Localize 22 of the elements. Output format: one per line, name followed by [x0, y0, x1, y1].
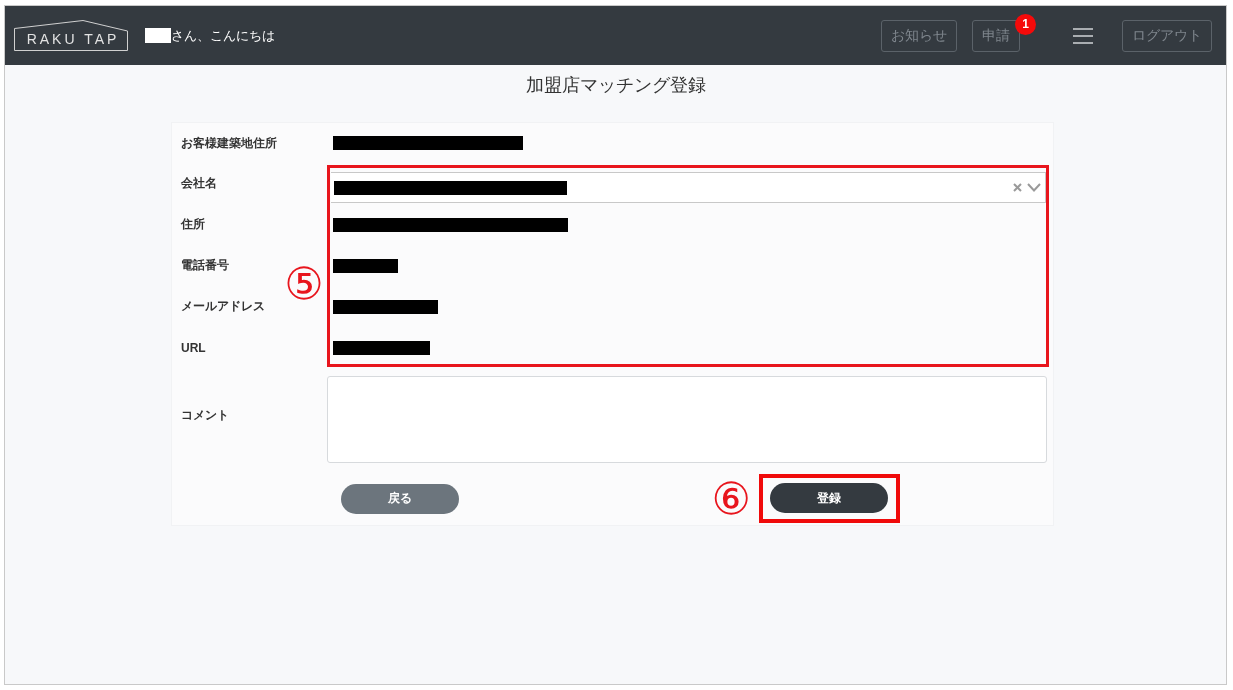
annotation-number: ⑤ [284, 261, 324, 306]
annotation-number: ⑥ [711, 476, 751, 521]
field-label: 会社名 [181, 175, 217, 192]
greeting-text: さん、こんにちは [171, 26, 275, 45]
comment-field[interactable] [327, 376, 1047, 463]
logo: RAKU TAP [14, 20, 128, 51]
register-button[interactable]: 登録 [770, 483, 888, 513]
clear-icon[interactable] [1013, 183, 1022, 192]
field-label: コメント [181, 407, 229, 424]
header-button[interactable]: お知らせ [881, 19, 957, 52]
count-badge: 1 [1015, 13, 1036, 35]
field-label: 電話番号 [181, 257, 229, 274]
field-label: URL [181, 340, 206, 355]
header-button[interactable]: ログアウト [1122, 19, 1212, 52]
field-label: 住所 [181, 216, 205, 233]
field-label: メールアドレス [181, 298, 265, 315]
field-label: お客様建築地住所 [181, 134, 277, 152]
back-button[interactable]: 戻る [341, 483, 459, 514]
select-field[interactable] [331, 172, 1046, 203]
page-title: 加盟店マッチング登録 [525, 74, 706, 95]
menu-icon[interactable] [1073, 27, 1093, 44]
chevron-down-icon[interactable] [1027, 183, 1041, 192]
